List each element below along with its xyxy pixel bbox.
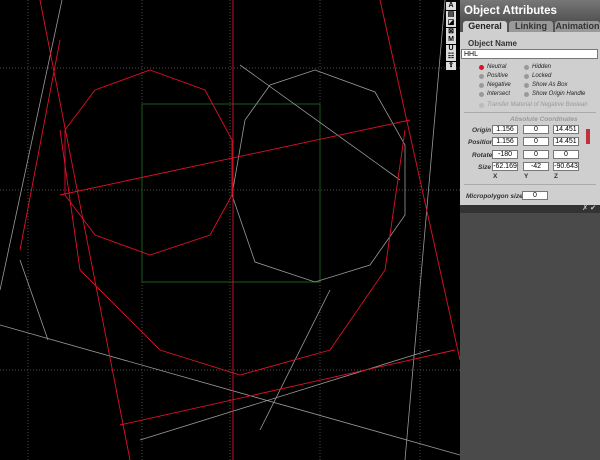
toolbar-icon-list[interactable]: ☷	[446, 53, 456, 61]
position-x[interactable]	[492, 137, 518, 146]
size-z[interactable]	[553, 162, 579, 171]
toolbar-icon-m[interactable]: M	[446, 36, 456, 44]
axis-x-label: X	[493, 173, 498, 180]
check-locked[interactable]: Locked	[524, 73, 551, 79]
object-attributes-panel: Object Attributes General Linking Animat…	[460, 0, 600, 460]
rotate-x[interactable]	[492, 150, 518, 159]
radio-negative[interactable]: Negative	[479, 82, 511, 88]
toolbar-icon-a[interactable]: A	[446, 2, 456, 10]
axis-z-label: Z	[554, 173, 558, 180]
size-y[interactable]	[523, 162, 549, 171]
cancel-button[interactable]: ✗	[582, 205, 588, 212]
micropolygon-size-label: Micropolygon size	[466, 193, 523, 200]
toolbar-icon-box[interactable]: ⊠	[446, 27, 456, 36]
panel-title: Object Attributes	[460, 0, 600, 20]
origin-z[interactable]	[553, 125, 579, 134]
check-show-as-box[interactable]: Show As Box	[524, 82, 567, 88]
toolbar-icon-edit[interactable]: ◪	[446, 19, 456, 27]
position-label: Position	[468, 139, 494, 146]
toolbar-icon-grid[interactable]: ▤	[446, 10, 456, 19]
rotate-y[interactable]	[523, 150, 549, 159]
micropolygon-size-input[interactable]	[522, 191, 548, 200]
size-label: Size	[478, 164, 492, 171]
radio-intersect[interactable]: Intersect	[479, 91, 510, 97]
radio-positive[interactable]: Positive	[479, 73, 508, 79]
origin-label: Origin	[472, 127, 492, 134]
lock-icon[interactable]	[586, 129, 590, 144]
radio-selected-icon	[479, 64, 484, 70]
radio-neutral[interactable]: Neutral	[479, 64, 506, 70]
toolbar-icon-up[interactable]: ⇪	[446, 61, 456, 70]
origin-y[interactable]	[523, 125, 549, 134]
3d-viewport[interactable]	[0, 0, 460, 460]
check-transfer-material[interactable]: Transfer Material of Negative Boolean	[479, 102, 588, 108]
rotate-label: Rotate	[472, 152, 493, 159]
object-name-input[interactable]	[461, 49, 598, 59]
axis-y-label: Y	[524, 173, 529, 180]
check-hidden[interactable]: Hidden	[524, 64, 551, 70]
coordinates-mode-dropdown[interactable]: Absolute Coordinates	[510, 116, 578, 123]
check-show-origin-handle[interactable]: Show Origin Handle	[524, 91, 585, 97]
toolbar-icon-u[interactable]: U	[446, 44, 456, 53]
object-name-label: Object Name	[468, 39, 517, 48]
ok-button[interactable]: ✔	[590, 205, 596, 212]
view-toolbar: A ▤ ◪ ⊠ M U ☷ ⇪	[446, 2, 458, 70]
rotate-z[interactable]	[553, 150, 579, 159]
position-y[interactable]	[523, 137, 549, 146]
size-x[interactable]	[492, 162, 518, 171]
position-z[interactable]	[553, 137, 579, 146]
origin-x[interactable]	[492, 125, 518, 134]
